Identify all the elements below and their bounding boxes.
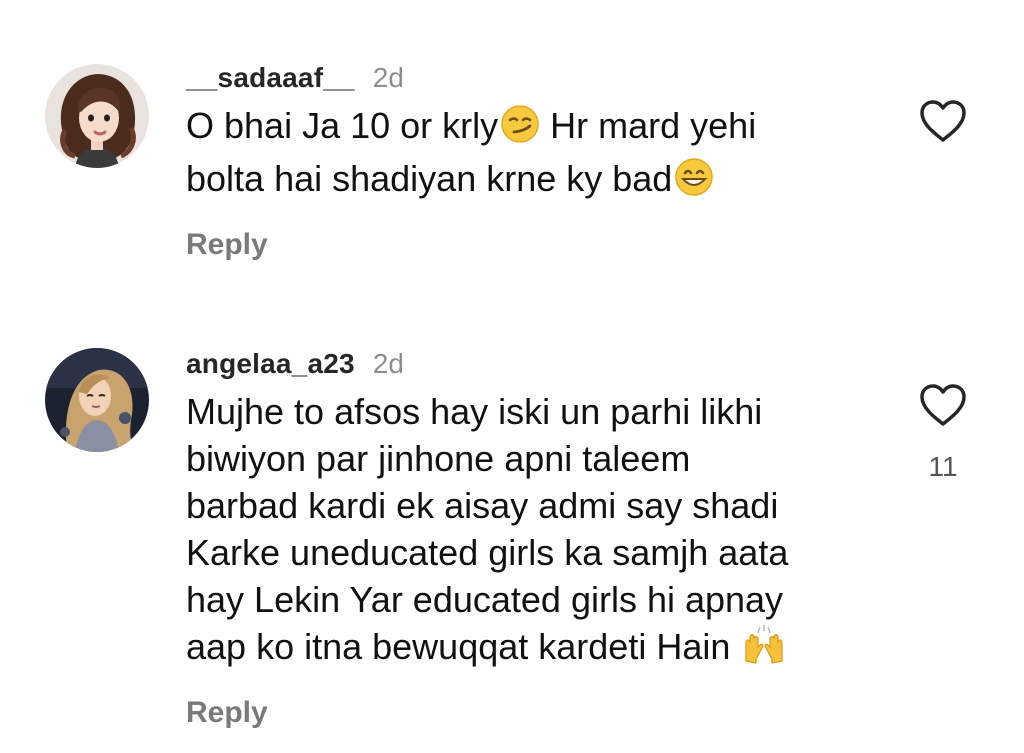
comment-body: angelaa_a23 2d Mujhe to afsos hay iski u…	[186, 344, 876, 730]
avatar[interactable]	[45, 64, 149, 168]
comment-text: Mujhe to afsos hay iski un parhi likhi b…	[186, 388, 876, 676]
comment-body: __sadaaaf__ 2d O bhai Ja 10 or krly Hr m…	[186, 58, 876, 262]
timestamp: 2d	[372, 348, 404, 379]
timestamp: 2d	[372, 62, 404, 93]
comment-text-line: hay Lekin Yar educated girls hi apnay	[186, 579, 784, 620]
comment-meta: angelaa_a23 2d	[186, 344, 876, 384]
comment-text: O bhai Ja 10 or krly Hr mard yehi bolta …	[186, 102, 876, 208]
username[interactable]: angelaa_a23	[186, 348, 355, 380]
comment-text-line: O bhai Ja 10 or krly	[186, 105, 499, 146]
reply-button[interactable]: Reply	[186, 228, 268, 262]
comment-text-line: Mujhe to afsos hay iski un parhi likhi	[186, 391, 763, 432]
heart-outline-icon	[920, 384, 966, 426]
raising-hands-emoji-icon	[742, 625, 786, 676]
heart-outline-icon	[920, 100, 966, 142]
like-button[interactable]: 11	[918, 382, 968, 483]
princess-avatar-icon	[45, 348, 149, 452]
username[interactable]: __sadaaaf__	[186, 62, 355, 94]
smirk-emoji-icon	[500, 104, 540, 155]
comment-text-line: aap ko itna bewuqqat kardeti Hain	[186, 626, 741, 667]
comment-meta: __sadaaaf__ 2d	[186, 58, 876, 98]
comment-text-line: bolta hai shadiyan krne ky bad	[186, 158, 673, 199]
like-button[interactable]	[918, 98, 968, 149]
comment-text-line: biwiyon par jinhone apni taleem	[186, 438, 691, 479]
comment-text-line: Hr mard yehi	[540, 105, 757, 146]
comment-text-line: barbad kardi ek aisay admi say shadi	[186, 485, 779, 526]
reply-button[interactable]: Reply	[186, 696, 268, 730]
girl-avatar-icon	[45, 64, 149, 168]
like-count: 11	[928, 451, 958, 482]
comment-text-line: Karke uneducated girls ka samjh aata	[186, 532, 789, 573]
grinning-emoji-icon	[674, 157, 714, 208]
avatar[interactable]	[45, 348, 149, 452]
